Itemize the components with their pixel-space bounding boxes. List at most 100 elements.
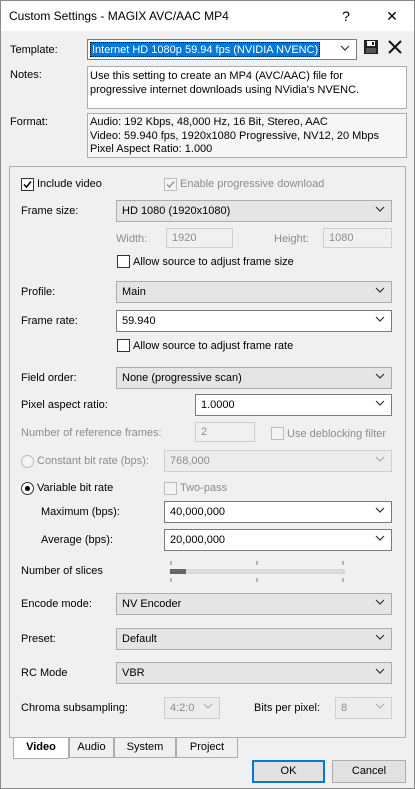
- number-of-slices-label: Number of slices: [21, 565, 103, 577]
- constant-bit-rate-value: 768,000: [170, 455, 210, 467]
- rc-mode-label: RC Mode: [21, 667, 68, 679]
- frame-rate-value: 59.940: [122, 315, 156, 327]
- template-value: Internet HD 1080p 59.94 fps (NVIDIA NVEN…: [90, 42, 321, 57]
- number-of-slices-slider[interactable]: [169, 561, 345, 583]
- frame-size-dropdown[interactable]: HD 1080 (1920x1080): [116, 200, 392, 222]
- pixel-aspect-ratio-combo[interactable]: 1.0000: [195, 394, 392, 416]
- constant-bit-rate-radio[interactable]: [21, 455, 34, 468]
- chevron-down-icon: [375, 398, 385, 408]
- chevron-down-icon: [375, 285, 385, 295]
- tab-system[interactable]: System: [114, 738, 176, 758]
- save-icon[interactable]: [363, 39, 379, 55]
- chevron-down-icon: [340, 43, 350, 53]
- deblocking-checkbox[interactable]: [271, 427, 284, 440]
- chroma-subsampling-dropdown[interactable]: 4:2:0: [164, 697, 220, 719]
- rc-mode-value: VBR: [122, 667, 145, 679]
- include-video-checkbox[interactable]: [21, 178, 34, 191]
- maximum-bps-value: 40,000,000: [170, 506, 226, 518]
- preset-label: Preset:: [21, 633, 56, 645]
- two-pass-checkbox[interactable]: [164, 482, 177, 495]
- frame-rate-combo[interactable]: 59.940: [116, 310, 392, 332]
- pixel-aspect-ratio-value: 1.0000: [201, 399, 235, 411]
- close-button[interactable]: ✕: [377, 6, 407, 26]
- frame-size-label: Frame size:: [21, 205, 79, 217]
- constant-bit-rate-combo[interactable]: 768,000: [164, 450, 392, 472]
- format-line-3: Pixel Aspect Ratio: 1.000: [90, 143, 213, 155]
- allow-frame-size-checkbox[interactable]: [117, 255, 130, 268]
- bits-per-pixel-label: Bits per pixel:: [254, 702, 321, 714]
- ok-button[interactable]: OK: [252, 760, 325, 783]
- bits-per-pixel-value: 8: [341, 702, 348, 714]
- chevron-down-icon: [375, 597, 385, 607]
- chevron-down-icon: [375, 701, 385, 711]
- average-bps-value: 20,000,000: [170, 534, 226, 546]
- bits-per-pixel-dropdown[interactable]: 8: [335, 697, 392, 719]
- chevron-down-icon: [375, 632, 385, 642]
- chevron-down-icon: [375, 666, 385, 676]
- include-video-label: Include video: [37, 178, 102, 190]
- radio-dot: [25, 486, 30, 491]
- slider-thumb[interactable]: [170, 569, 186, 574]
- height-field[interactable]: 1080: [323, 228, 392, 248]
- average-bps-label: Average (bps):: [41, 534, 113, 546]
- tab-project[interactable]: Project: [176, 738, 238, 758]
- maximum-bps-combo[interactable]: 40,000,000: [164, 501, 392, 523]
- deblocking-label: Use deblocking filter: [287, 428, 387, 440]
- pixel-aspect-ratio-label: Pixel aspect ratio:: [21, 399, 108, 411]
- preset-dropdown[interactable]: Default: [116, 628, 392, 650]
- tab-video[interactable]: Video: [13, 738, 69, 759]
- allow-frame-rate-checkbox[interactable]: [117, 339, 130, 352]
- two-pass-label: Two-pass: [180, 482, 228, 494]
- encode-mode-label: Encode mode:: [21, 598, 92, 610]
- chevron-down-icon: [203, 701, 213, 711]
- notes-line-2: progressive internet downloads using NVi…: [90, 84, 360, 96]
- maximum-bps-label: Maximum (bps):: [41, 506, 120, 518]
- height-label: Height:: [274, 233, 309, 245]
- reference-frames-field[interactable]: 2: [195, 422, 255, 442]
- height-value: 1080: [329, 232, 354, 244]
- variable-bit-rate-label: Variable bit rate: [37, 482, 114, 494]
- profile-label: Profile:: [21, 286, 56, 298]
- tab-audio[interactable]: Audio: [69, 738, 114, 758]
- allow-frame-rate-label: Allow source to adjust frame rate: [133, 340, 294, 352]
- format-line-2: Video: 59.940 fps, 1920x1080 Progressive…: [90, 130, 380, 142]
- width-value: 1920: [172, 232, 197, 244]
- profile-value: Main: [122, 286, 146, 298]
- format-line-1: Audio: 192 Kbps, 48,000 Hz, 16 Bit, Ster…: [90, 116, 328, 128]
- average-bps-combo[interactable]: 20,000,000: [164, 529, 392, 551]
- notes-label: Notes:: [10, 69, 42, 81]
- cancel-button[interactable]: Cancel: [332, 760, 406, 783]
- notes-textbox[interactable]: Use this setting to create an MP4 (AVC/A…: [87, 66, 407, 109]
- chroma-subsampling-value: 4:2:0: [170, 702, 195, 714]
- field-order-dropdown[interactable]: None (progressive scan): [116, 367, 392, 389]
- width-label: Width:: [116, 233, 148, 245]
- encode-mode-value: NV Encoder: [122, 598, 182, 610]
- rc-mode-dropdown[interactable]: VBR: [116, 662, 392, 684]
- help-button[interactable]: ?: [331, 6, 361, 26]
- width-field[interactable]: 1920: [166, 228, 233, 248]
- chevron-down-icon: [375, 533, 385, 543]
- window-title: Custom Settings - MAGIX AVC/AAC MP4: [9, 9, 229, 23]
- checkmark-icon: [23, 181, 32, 189]
- field-order-value: None (progressive scan): [122, 372, 242, 384]
- chevron-down-icon: [375, 371, 385, 381]
- variable-bit-rate-radio[interactable]: [21, 482, 34, 495]
- reference-frames-value: 2: [201, 426, 208, 438]
- allow-frame-size-label: Allow source to adjust frame size: [133, 256, 294, 268]
- custom-settings-dialog: Custom Settings - MAGIX AVC/AAC MP4 ? ✕ …: [0, 0, 415, 789]
- format-info: Audio: 192 Kbps, 48,000 Hz, 16 Bit, Ster…: [87, 113, 407, 158]
- chevron-down-icon: [375, 314, 385, 324]
- profile-dropdown[interactable]: Main: [116, 281, 392, 303]
- chevron-down-icon: [375, 505, 385, 515]
- preset-value: Default: [122, 633, 157, 645]
- enable-progressive-label: Enable progressive download: [180, 178, 325, 190]
- chevron-down-icon: [375, 204, 385, 214]
- template-combo[interactable]: Internet HD 1080p 59.94 fps (NVIDIA NVEN…: [87, 39, 357, 60]
- frame-size-value: HD 1080 (1920x1080): [122, 205, 231, 217]
- delete-icon[interactable]: [387, 39, 403, 55]
- title-bar: Custom Settings - MAGIX AVC/AAC MP4 ? ✕: [1, 1, 414, 31]
- constant-bit-rate-label: Constant bit rate (bps):: [37, 455, 149, 467]
- encode-mode-dropdown[interactable]: NV Encoder: [116, 593, 392, 615]
- enable-progressive-checkbox[interactable]: [164, 178, 177, 191]
- chevron-down-icon: [375, 454, 385, 464]
